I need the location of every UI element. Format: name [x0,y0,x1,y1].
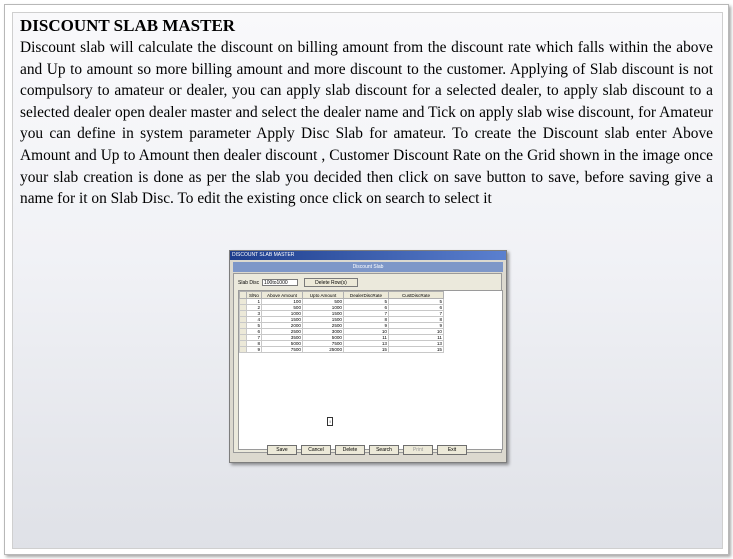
table-cell[interactable]: 15 [388,346,444,353]
delete-rows-button[interactable]: Delete Row(s) [304,278,358,287]
table-cell[interactable]: 15 [343,346,389,353]
exit-button[interactable]: Exit [437,445,467,455]
cancel-button[interactable]: Cancel [301,445,331,455]
form-header: Discount Slab [233,262,503,272]
slab-table: SlNo Above Amount Upto Amount DealerDiscRat… [239,291,444,353]
window-titlebar: DISCOUNT SLAB MASTER [230,251,506,260]
column-header: CustDiscRate [388,291,444,299]
search-button[interactable]: Search [369,445,399,455]
slab-grid[interactable]: SlNo Above Amount Upto Amount DealerDiscRat… [238,290,503,450]
page-title: DISCOUNT SLAB MASTER [20,16,236,35]
table-cell[interactable]: 7500 [261,346,303,353]
print-button[interactable]: Print [403,445,433,455]
column-header: SlNo [246,291,262,299]
save-button[interactable]: Save [267,445,297,455]
table-cell[interactable]: 25000 [302,346,344,353]
button-bar: Save Cancel Delete Search Print Exit [230,445,506,457]
form-body: Slab Disc 100to1000 Delete Row(s) SlNo Ab… [233,273,503,453]
description-paragraph: Discount slab will calculate the discoun… [20,39,713,208]
row-header-corner [239,291,247,299]
slab-disc-input[interactable]: 100to1000 [262,279,298,286]
column-header: DealerDiscRate [343,291,389,299]
table-cell[interactable]: 9 [246,346,262,353]
delete-button[interactable]: Delete [335,445,365,455]
row-header-cell [239,346,247,353]
column-header: Upto Amount [302,291,344,299]
table-row[interactable]: 9 7500 25000 15 15 [239,346,444,353]
column-header: Above Amount [261,291,303,299]
slab-disc-label: Slab Disc [238,280,260,286]
text-cursor-icon: I [327,417,333,426]
discount-slab-screenshot: DISCOUNT SLAB MASTER Discount Slab Slab … [229,250,507,463]
